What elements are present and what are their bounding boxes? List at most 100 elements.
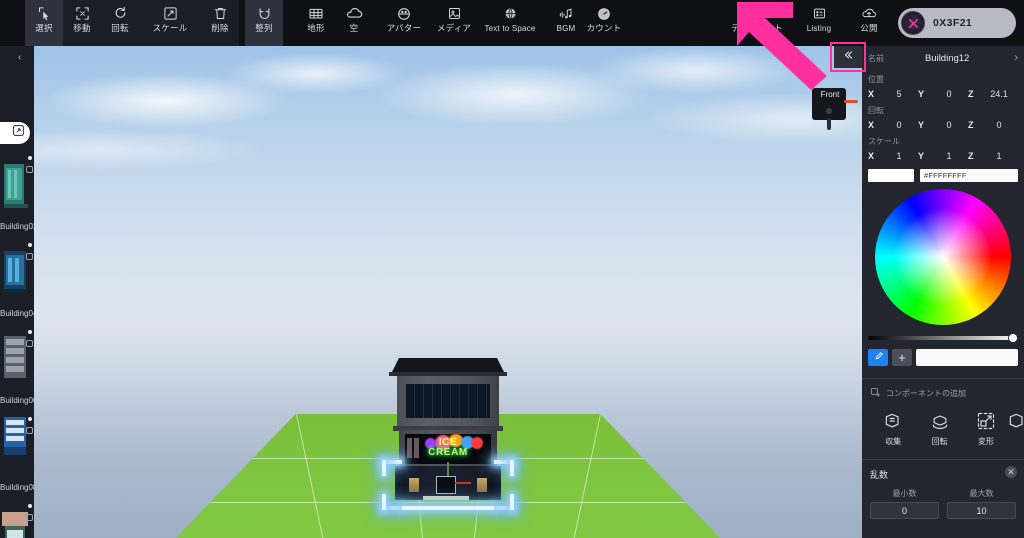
asset-settings-icon[interactable] [26,166,33,173]
position-y-value[interactable]: 0 [930,89,968,99]
gizmo-x-axis [844,100,858,103]
tool-select[interactable]: 選択 [25,0,63,46]
position-z-axis: Z [968,88,974,99]
double-chevron-left-icon [841,48,855,66]
color-hex-input[interactable]: #FFFFFFFF [920,169,1018,182]
random-title: 乱数 [870,470,889,480]
add-component-header[interactable]: コンポーネントの追加 [862,379,1024,402]
top-toolbar: 選択 移動 回転 スケール 削除 整列 地形 空 アバター メディア Text … [0,0,1024,46]
random-max-value[interactable]: 10 [947,502,1016,519]
editor-window: 選択 移動 回転 スケール 削除 整列 地形 空 アバター メディア Text … [0,0,1024,538]
scale-section: スケール X 1 Y 1 Z 1 [862,136,1024,163]
wallet-chip[interactable]: 0X3F21 [898,8,1016,38]
expand-panel-button[interactable] [0,122,30,144]
rotation-z-value[interactable]: 0 [980,120,1018,130]
eyedropper-icon [873,349,884,367]
tool-select-label: 選択 [35,23,53,33]
collapse-panel-button[interactable] [834,46,862,68]
view-cube-gizmo[interactable]: Front [806,82,858,138]
color-wheel[interactable] [875,189,1011,325]
tool-bgm[interactable]: BGM [547,0,585,46]
close-circle-icon[interactable]: ✕ [1005,466,1017,478]
scale-y-value[interactable]: 1 [930,151,968,161]
right-tools-group: テンプレート Listing 公開 0X3F21 [726,0,1024,46]
tool-move-label: 移動 [73,23,91,33]
chevron-right-icon[interactable]: › [1010,52,1018,64]
rotate-cube-icon [930,408,950,434]
tool-align[interactable]: 整列 [245,0,283,46]
rotation-y-value[interactable]: 0 [930,120,968,130]
scale-x-value[interactable]: 1 [880,151,918,161]
tool-avatar[interactable]: アバター [373,0,435,46]
list-item[interactable]: Building08 [0,411,34,495]
tool-delete[interactable]: 削除 [201,0,239,46]
tool-delete-label: 削除 [211,23,229,33]
position-y-axis: Y [918,88,925,99]
selection-highlight [382,460,514,510]
expand-panel-icon [12,124,25,142]
tool-rotate[interactable]: 回転 [101,0,139,46]
component-transform[interactable]: 変形 [963,408,1009,447]
tool-rotate-label: 回転 [111,23,129,33]
more-component-icon [1009,408,1024,434]
tool-listing[interactable]: Listing [788,0,850,46]
color-wheel-cursor[interactable] [937,251,946,260]
list-item[interactable]: Building04 [0,237,34,321]
align-tool-group: 整列 [245,0,283,46]
tool-scale[interactable]: スケール [139,0,201,46]
random-max-field[interactable]: 最大数 10 [947,488,1016,519]
brightness-slider[interactable] [868,333,1018,343]
tool-move[interactable]: 移動 [63,0,101,46]
tool-sky[interactable]: 空 [335,0,373,46]
3d-viewport[interactable]: ICE CREAM Front [34,46,862,538]
asset-settings-icon[interactable] [26,340,33,347]
component-collect[interactable]: 収集 [870,408,916,447]
asset-list[interactable]: Building02 Building04 Building06 Buildin… [0,150,34,538]
tool-count[interactable]: カウント [585,0,623,46]
component-rotate-label: 回転 [931,437,948,446]
scale-x-axis: X [868,150,875,161]
asset-settings-icon[interactable] [26,514,33,521]
tool-terrain[interactable]: 地形 [297,0,335,46]
tool-text-to-space[interactable]: Text to Space [473,0,547,46]
asset-settings-icon[interactable] [26,253,33,260]
add-color-button[interactable]: + [892,349,912,366]
inspector-panel[interactable]: 名前 Building12 › 位置 X 5 Y 0 Z 24.1 回転 X 0… [862,46,1024,538]
position-z-value[interactable]: 24.1 [980,89,1018,99]
color-swatch[interactable] [868,169,914,182]
rotation-x-value[interactable]: 0 [880,120,918,130]
position-x-value[interactable]: 5 [880,89,918,99]
cloud-sky-icon [346,5,363,22]
random-minmax-row: 最小数 0 最大数 10 [870,488,1016,519]
template-icon [750,5,765,22]
component-rotate[interactable]: 回転 [916,408,962,447]
tool-media[interactable]: メディア [435,0,473,46]
asset-sidebar[interactable]: ‹ Building02 Building04 Building06 Build… [0,46,34,538]
random-min-label: 最小数 [892,489,917,498]
component-more[interactable] [1009,408,1024,447]
list-item[interactable]: Building10 [0,498,34,538]
trash-icon [213,5,228,22]
tool-sky-label: 空 [349,23,359,33]
rotation-label: 回転 [868,106,884,115]
recent-colors-bar[interactable] [916,349,1018,366]
back-chevron-icon[interactable]: ‹ [18,52,21,63]
eyedropper-button[interactable] [868,349,888,366]
random-min-value[interactable]: 0 [870,502,939,519]
random-min-field[interactable]: 最小数 0 [870,488,939,519]
tool-avatar-label: アバター [386,23,422,33]
cloud-layer [34,46,862,352]
asset-status-dot [28,243,32,247]
list-item[interactable]: Building02 [0,150,34,234]
tool-count-label: カウント [586,23,622,33]
tool-template[interactable]: テンプレート [726,0,788,46]
scale-z-value[interactable]: 1 [980,151,1018,161]
tool-media-label: メディア [436,23,472,33]
asset-settings-icon[interactable] [26,427,33,434]
add-component-label: コンポーネントの追加 [886,389,966,398]
tool-publish[interactable]: 公開 [850,0,888,46]
brightness-slider-knob[interactable] [1008,333,1018,343]
list-item[interactable]: Building06 [0,324,34,408]
object-name-row[interactable]: 名前 Building12 › [862,46,1024,70]
component-buttons: 収集 回転 変形 [862,402,1024,447]
